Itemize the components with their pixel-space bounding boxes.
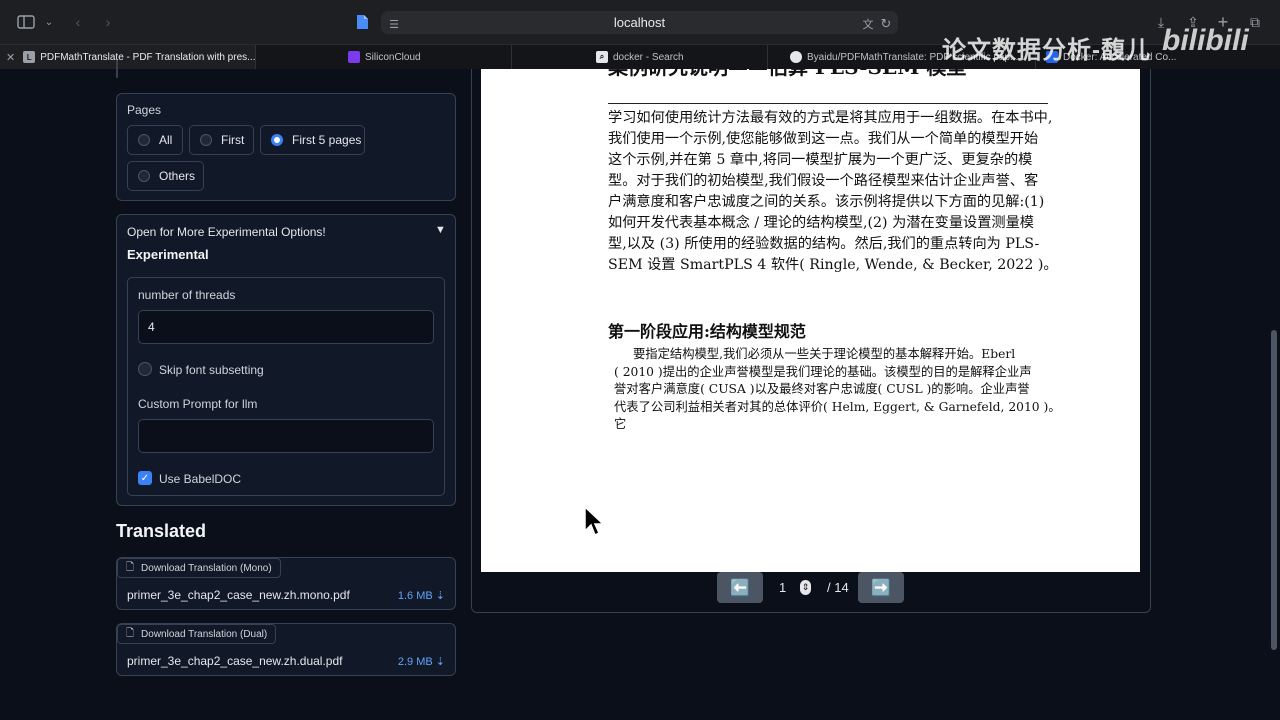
- translate-icon[interactable]: 文: [860, 14, 876, 34]
- sidebar-toggle-icon[interactable]: [16, 12, 36, 32]
- dual-file-name[interactable]: primer_3e_chap2_case_new.zh.dual.pdf: [127, 654, 342, 668]
- total-pages: / 14: [827, 580, 849, 595]
- dual-download-header: 🗋 Download Translation (Dual): [117, 624, 277, 644]
- download-arrow-icon[interactable]: ⇣: [436, 656, 445, 668]
- pdf-divider: [608, 103, 1048, 104]
- forward-arrow-icon[interactable]: ›: [100, 12, 116, 32]
- page-scrollbar-thumb[interactable]: [1271, 330, 1277, 650]
- siliconcloud-favicon-icon: [348, 51, 360, 63]
- pdf-line: 它: [614, 417, 627, 431]
- watermark-text: 论文数据分析-馥儿: [942, 37, 1151, 64]
- reload-icon[interactable]: ↻: [878, 14, 894, 34]
- github-favicon-icon: [790, 51, 802, 63]
- pdf-line: 学习如何使用统计方法最有效的方式是将其应用于一组数据。在本书中,: [608, 110, 1053, 126]
- skip-font-label: Skip font subsetting: [159, 363, 264, 377]
- tab-docker-search[interactable]: ⌕ docker - Search: [512, 45, 768, 69]
- file-icon: 🗋: [126, 561, 135, 573]
- pages-option-all[interactable]: All: [127, 125, 183, 155]
- next-page-button[interactable]: ➡️: [858, 572, 904, 603]
- radio-icon: [200, 134, 212, 146]
- pdf-line: ( 2010 )提出的企业声誉模型是我们理论的基础。该模型的目的是解释企业声: [614, 364, 1032, 379]
- prev-page-button[interactable]: ⬅️: [717, 572, 763, 603]
- current-page-input[interactable]: 1: [779, 580, 786, 595]
- previous-panel: [116, 60, 118, 78]
- url-text: localhost: [613, 15, 666, 30]
- pdf-section-title: 第一阶段应用:结构模型规范: [608, 322, 806, 341]
- pages-option-first-5[interactable]: First 5 pages: [260, 125, 365, 155]
- dual-file-link[interactable]: primer_3e_chap2_case_new.zh.dual.pdf 2.9…: [117, 648, 455, 674]
- mouse-cursor-icon: [584, 506, 604, 537]
- tab-title: PDFMathTranslate - PDF Translation with …: [40, 51, 256, 63]
- favicon-letter: L: [23, 51, 36, 63]
- babeldoc-checkbox[interactable]: ✓: [138, 471, 152, 485]
- tab-pdfmathtranslate[interactable]: ✕ L PDFMathTranslate - PDF Translation w…: [0, 45, 256, 69]
- pdf-line: 代表了公司利益相关者对其的总体评价( Helm, Eggert, & Garne…: [614, 399, 1061, 414]
- tab-siliconcloud[interactable]: SiliconCloud: [256, 45, 512, 69]
- search-favicon-icon: ⌕: [596, 51, 608, 63]
- option-label: Others: [159, 169, 196, 183]
- pdf-line: 誉对客户满意度( CUSA )以及最终对客户忠诚度( CUSL )的影响。企业声…: [614, 382, 1030, 396]
- pdf-line: SEM 设置 SmartPLS 4 软件( Ringle, Wende, & B…: [608, 257, 1058, 273]
- custom-prompt-input[interactable]: [138, 419, 434, 453]
- pdf-line: 要指定结构模型,我们必须从一些关于理论模型的基本解释开始。Eberl: [633, 347, 1016, 361]
- mono-file-link[interactable]: primer_3e_chap2_case_new.zh.mono.pdf 1.6…: [117, 582, 455, 608]
- mono-download-header: 🗋 Download Translation (Mono): [117, 558, 281, 578]
- pages-option-first[interactable]: First: [189, 125, 254, 155]
- mono-file-name[interactable]: primer_3e_chap2_case_new.zh.mono.pdf: [127, 588, 350, 602]
- radio-icon: [138, 134, 150, 146]
- option-label: First: [221, 133, 245, 147]
- option-label: First 5 pages: [292, 133, 362, 147]
- pdf-paragraph-2: 要指定结构模型,我们必须从一些关于理论模型的基本解释开始。Eberl ( 201…: [614, 346, 1061, 434]
- option-label: All: [159, 133, 173, 147]
- pages-option-others[interactable]: Others: [127, 161, 204, 191]
- radio-selected-icon: [271, 134, 283, 146]
- threads-label: number of threads: [138, 288, 236, 302]
- page-spinner-icon[interactable]: ⇕: [800, 580, 811, 595]
- pdf-line: 型,以及 (3) 所使用的经验数据的结构。然后,我们的重点转向为 PLS-: [608, 236, 1040, 252]
- tab-title: SiliconCloud: [365, 51, 421, 63]
- threads-input[interactable]: 4: [138, 310, 434, 344]
- experimental-heading: Experimental: [127, 247, 209, 262]
- pdf-paragraph-1: 学习如何使用统计方法最有效的方式是将其应用于一组数据。在本书中, 我们使用一个示…: [608, 108, 1058, 276]
- download-arrow-icon[interactable]: ⇣: [436, 590, 445, 602]
- file-icon: 🗋: [126, 627, 135, 639]
- pdf-line: 户满意度和客户忠诚度之间的关系。该示例将提供以下方面的见解:(1): [608, 194, 1045, 210]
- custom-prompt-label: Custom Prompt for llm: [138, 397, 258, 411]
- back-arrow-icon[interactable]: ‹: [70, 12, 86, 32]
- pdf-line: 型。对于我们的初始模型,我们假设一个路径模型来估计企业声誉、客: [608, 173, 1039, 189]
- skip-font-checkbox[interactable]: [138, 362, 152, 376]
- dual-file-size: 2.9 MB: [397, 655, 433, 668]
- babeldoc-label: Use BabelDOC: [159, 472, 242, 486]
- address-bar[interactable]: ☰ localhost 文 ↻: [381, 11, 898, 34]
- collapse-triangle-icon[interactable]: ▼: [435, 224, 446, 236]
- close-tab-icon[interactable]: ✕: [6, 51, 15, 64]
- translated-heading: Translated: [116, 521, 207, 541]
- pdf-top-heading-fragment: 案例研究说明——估算 PLS-SEM 模型: [608, 69, 966, 80]
- mono-file-size: 1.6 MB: [397, 589, 433, 602]
- bilibili-logo: bilibili: [1162, 24, 1249, 57]
- radio-icon: [138, 170, 150, 182]
- pdf-line: 我们使用一个示例,使您能够做到这一点。我们从一个简单的模型开始: [608, 131, 1039, 147]
- pdf-line: 如何开发代表基本概念 / 理论的结构模型,(2) 为潜在变量设置测量模: [608, 215, 1034, 231]
- pdf-line: 这个示例,并在第 5 章中,将同一模型扩展为一个更广泛、更复杂的模: [608, 152, 1033, 168]
- header-label: Download Translation (Mono): [141, 562, 272, 574]
- tab-title: docker - Search: [613, 51, 684, 63]
- page-document-icon: [353, 12, 371, 32]
- pdf-page[interactable]: 案例研究说明——估算 PLS-SEM 模型 学习如何使用统计方法最有效的方式是将…: [481, 69, 1140, 572]
- pages-label: Pages: [127, 103, 162, 117]
- chevron-down-icon[interactable]: ⌄: [42, 12, 56, 32]
- experimental-accordion-label[interactable]: Open for More Experimental Options!: [127, 225, 326, 239]
- header-label: Download Translation (Dual): [141, 628, 268, 640]
